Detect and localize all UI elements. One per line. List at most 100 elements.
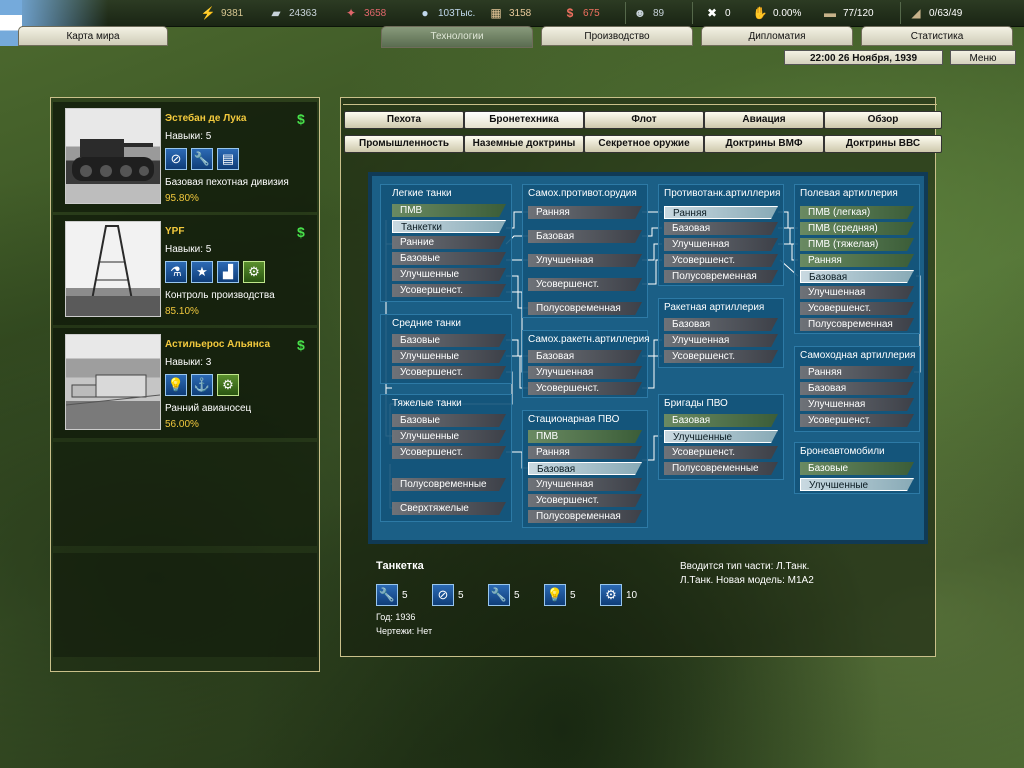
tech-item[interactable]: Полусовременная — [528, 302, 642, 315]
tech-item[interactable]: Базовая — [528, 230, 642, 243]
tech-item[interactable]: Ранняя — [664, 206, 778, 219]
resource-transport[interactable]: ✖ 0 — [704, 2, 731, 24]
tech-item[interactable]: Усовершенст. — [528, 382, 642, 395]
group-title: Бригады ПВО — [664, 398, 728, 409]
category-armor[interactable]: Бронетехника — [464, 111, 584, 129]
group-title: Противотанк.артиллерия — [664, 188, 781, 199]
tech-item[interactable]: Сверхтяжелые — [392, 502, 506, 515]
tech-item[interactable]: Усовершенст. — [392, 284, 506, 297]
tech-item[interactable]: Полусовременные — [392, 478, 506, 491]
resource-metal[interactable]: ▰ 24363 — [268, 2, 316, 24]
tech-item[interactable]: Усовершенст. — [664, 446, 778, 459]
tech-item[interactable]: Улучшенная — [800, 398, 914, 411]
shipyard-photo-icon — [65, 374, 161, 406]
tech-item[interactable]: Базовая — [528, 462, 642, 475]
tab-statistics[interactable]: Статистика — [861, 26, 1013, 46]
tab-production[interactable]: Производство — [541, 26, 693, 46]
resource-manpower[interactable]: ☻ 89 — [632, 2, 664, 24]
tab-diplomacy[interactable]: Дипломатия — [701, 26, 853, 46]
empty-team-slot[interactable] — [53, 553, 317, 657]
group-title: Легкие танки — [392, 188, 452, 199]
money-icon: $ — [566, 6, 574, 20]
tech-item[interactable]: Базовые — [392, 334, 506, 347]
resource-energy[interactable]: ⚡ 9381 — [200, 2, 244, 24]
resource-convoys[interactable]: ▬ 77/120 — [822, 2, 874, 24]
tech-item[interactable]: Ранние — [392, 236, 506, 249]
category-land-doctrines[interactable]: Наземные доктрины — [464, 135, 584, 153]
research-team-slot[interactable]: Астильерос Альянса $ Навыки: 3 💡 ⚓ ⚙ Ран… — [53, 328, 317, 438]
divider — [692, 2, 693, 24]
tech-item[interactable]: Полусовременные — [664, 462, 778, 475]
tech-item[interactable]: Полусовременная — [528, 510, 642, 523]
tech-item[interactable]: Улучшенные — [392, 268, 506, 281]
resource-manpower-value: 89 — [653, 7, 665, 19]
tech-item[interactable]: Полусовременная — [664, 270, 778, 283]
empty-team-slot[interactable] — [53, 442, 317, 546]
tech-effect: Вводится тип части: Л.Танк. — [680, 561, 810, 572]
category-aviation[interactable]: Авиация — [704, 111, 824, 129]
tech-item[interactable]: Базовая — [664, 414, 778, 427]
category-infantry[interactable]: Пехота — [344, 111, 464, 129]
tech-item[interactable]: Усовершенст. — [664, 254, 778, 267]
tech-item[interactable]: Усовершенст. — [392, 366, 506, 379]
category-naval-doctrines[interactable]: Доктрины ВМФ — [704, 135, 824, 153]
research-team-slot[interactable]: YPF $ Навыки: 5 ⚗ ★ ▟ ⚙ Контроль произво… — [53, 215, 317, 325]
category-industry[interactable]: Промышленность — [344, 135, 464, 153]
group-title: Тяжелые танки — [392, 398, 462, 409]
research-team-slot[interactable]: Эстебан де Лука $ Навыки: 5 ⊘ 🔧 ▤ Базова… — [53, 102, 317, 212]
category-air-doctrines[interactable]: Доктрины ВВС — [824, 135, 942, 153]
tech-item[interactable]: Ранняя — [800, 366, 914, 379]
tech-item[interactable]: Базовая — [664, 222, 778, 235]
tech-item[interactable]: ПМВ — [392, 204, 506, 217]
resource-rare[interactable]: ✦ 3658 — [343, 2, 386, 24]
category-navy[interactable]: Флот — [584, 111, 704, 129]
tech-item[interactable]: Улучшенные — [392, 350, 506, 363]
resource-oil[interactable]: ● 103Тыс. — [417, 2, 475, 24]
tech-item-selected[interactable]: Танкетки — [392, 220, 506, 233]
resource-dissent[interactable]: ✋ 0.00% — [752, 2, 802, 24]
tech-item[interactable]: Усовершенст. — [664, 350, 778, 363]
tech-item[interactable]: ПМВ (средняя) — [800, 222, 914, 235]
tech-item[interactable]: Усовершенст. — [528, 494, 642, 507]
group-title: Самох.ракетн.артиллерия — [528, 334, 650, 345]
tech-item[interactable]: Улучшенные — [800, 478, 914, 491]
tech-item[interactable]: Базовая — [800, 382, 914, 395]
tech-item[interactable]: Улучшенные — [664, 430, 778, 443]
resource-supplies[interactable]: ▦ 3158 — [488, 2, 531, 24]
requirement-value: 10 — [626, 589, 638, 601]
tech-item[interactable]: Базовая — [528, 350, 642, 363]
tech-item[interactable]: Ранняя — [800, 254, 914, 267]
category-overview[interactable]: Обзор — [824, 111, 942, 129]
tech-item[interactable]: ПМВ (тяжелая) — [800, 238, 914, 251]
tech-item[interactable]: Полусовременная — [800, 318, 914, 331]
tech-item[interactable]: Усовершенст. — [800, 302, 914, 315]
tech-item[interactable]: Базовая — [800, 270, 914, 283]
tech-item[interactable]: Улучшенная — [800, 286, 914, 299]
tech-item[interactable]: Базовые — [800, 462, 914, 475]
resource-money[interactable]: $675 — [562, 2, 600, 24]
tech-item[interactable]: Улучшенная — [528, 478, 642, 491]
tech-item[interactable]: Усовершенст. — [528, 278, 642, 291]
tech-item[interactable]: Улучшенные — [392, 430, 506, 443]
tab-technologies[interactable]: Технологии — [381, 26, 533, 48]
tech-item[interactable]: Базовые — [392, 252, 506, 265]
tech-item[interactable]: ПМВ — [528, 430, 642, 443]
wrench-icon: 🔧 — [376, 584, 398, 606]
group-title: Стационарная ПВО — [528, 414, 620, 425]
tech-item[interactable]: Базовые — [392, 414, 506, 427]
tech-item[interactable]: Усовершенст. — [392, 446, 506, 459]
tech-item[interactable]: Улучшенная — [528, 366, 642, 379]
tech-item[interactable]: Усовершенст. — [800, 414, 914, 427]
tech-item[interactable]: Ранняя — [528, 446, 642, 459]
tech-item[interactable]: Улучшенная — [664, 238, 778, 251]
tab-world-map[interactable]: Карта мира — [18, 26, 168, 46]
tech-item[interactable]: ПМВ (легкая) — [800, 206, 914, 219]
resource-escorts[interactable]: ◢ 0/63/49 — [908, 2, 962, 24]
category-secret-weapons[interactable]: Секретное оружие — [584, 135, 704, 153]
team-skill: Навыки: 5 — [165, 131, 212, 142]
menu-button[interactable]: Меню — [950, 50, 1016, 65]
tech-item[interactable]: Ранняя — [528, 206, 642, 219]
tech-item[interactable]: Базовая — [664, 318, 778, 331]
tech-item[interactable]: Улучшенная — [528, 254, 642, 267]
tech-item[interactable]: Улучшенная — [664, 334, 778, 347]
